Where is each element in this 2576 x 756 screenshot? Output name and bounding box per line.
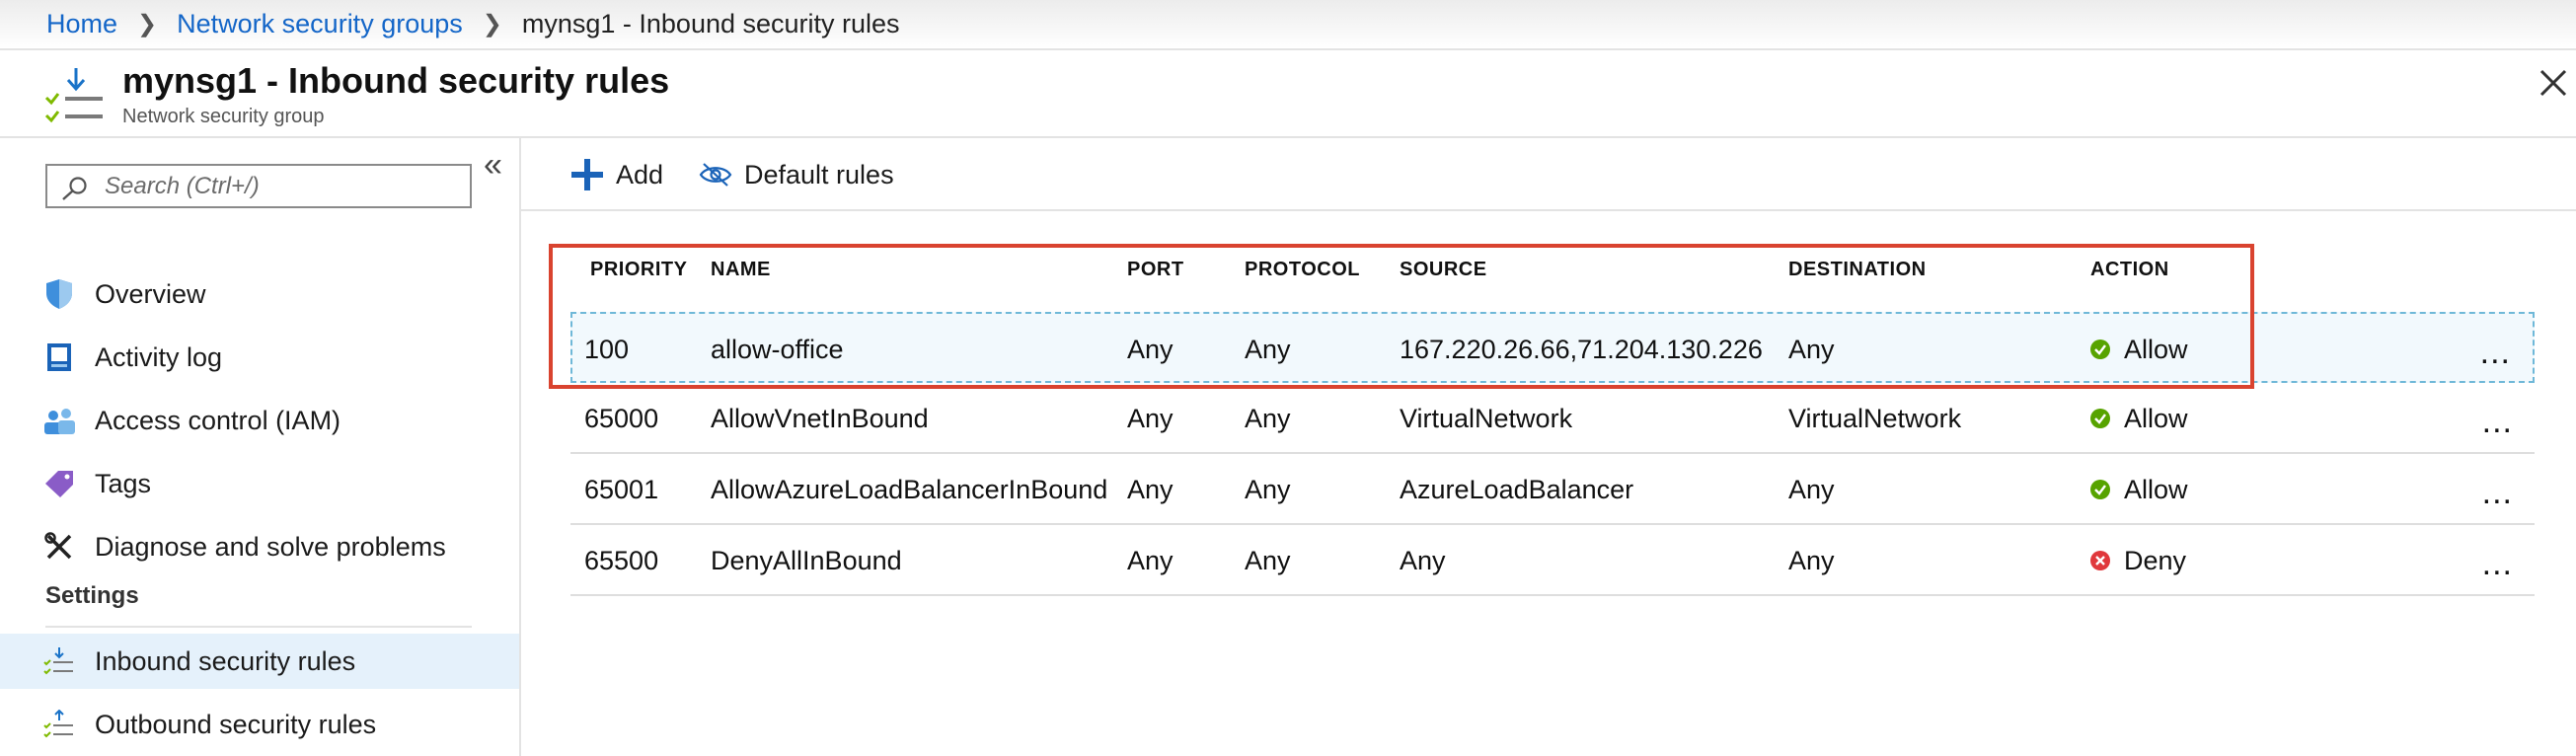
- sidebar-item-label: Access control (IAM): [95, 405, 341, 435]
- cell-protocol: Any: [1245, 334, 1291, 364]
- cell-destination: Any: [1788, 474, 1835, 504]
- column-header-source: SOURCE: [1400, 259, 1487, 280]
- cell-action: Allow: [2090, 383, 2188, 454]
- more-options-button[interactable]: ...: [2482, 405, 2513, 438]
- default-rules-button[interactable]: Default rules: [699, 138, 894, 211]
- cell-protocol: Any: [1245, 474, 1291, 504]
- chevron-right-icon: ❯: [482, 11, 502, 38]
- cell-port: Any: [1127, 334, 1174, 364]
- cell-name: DenyAllInBound: [711, 545, 902, 575]
- sidebar-item-access-control[interactable]: Access control (IAM): [0, 393, 519, 448]
- cell-protocol: Any: [1245, 545, 1291, 575]
- sidebar: « Overview Activity log Access control (…: [0, 138, 521, 756]
- cell-destination: Any: [1788, 545, 1835, 575]
- breadcrumb-current: mynsg1 - Inbound security rules: [521, 9, 900, 38]
- more-options-button[interactable]: ...: [2480, 336, 2511, 369]
- sidebar-item-label: Activity log: [95, 341, 223, 372]
- add-button-label: Add: [616, 159, 664, 189]
- command-bar: Add Default rules: [521, 138, 2576, 211]
- people-icon: [39, 401, 79, 440]
- cell-name: allow-office: [711, 334, 844, 364]
- cell-name: AllowVnetInBound: [711, 403, 929, 433]
- eye-hidden-icon: [699, 163, 732, 187]
- check-circle-icon: [2090, 480, 2110, 499]
- action-label: Allow: [2124, 403, 2188, 433]
- search-icon: [62, 177, 87, 200]
- sidebar-item-outbound-security-rules[interactable]: Outbound security rules: [0, 697, 519, 752]
- deny-circle-icon: [2090, 551, 2110, 570]
- divider: [45, 626, 472, 628]
- action-label: Deny: [2124, 545, 2187, 575]
- cell-priority: 65500: [584, 545, 659, 575]
- cell-action: Allow: [2090, 454, 2188, 525]
- inbound-rules-icon: [39, 642, 79, 681]
- default-rules-button-label: Default rules: [744, 159, 894, 189]
- blade-header: mynsg1 - Inbound security rules Network …: [0, 50, 2576, 138]
- table-row[interactable]: 65001 AllowAzureLoadBalancerInBound Any …: [570, 454, 2535, 525]
- sidebar-item-label: Diagnose and solve problems: [95, 531, 446, 562]
- sidebar-item-label: Inbound security rules: [95, 645, 356, 676]
- cell-source: VirtualNetwork: [1400, 403, 1573, 433]
- cell-action: Allow: [2090, 314, 2188, 385]
- sidebar-item-diagnose[interactable]: Diagnose and solve problems: [0, 519, 519, 574]
- shield-icon: [39, 274, 79, 314]
- breadcrumb-home-link[interactable]: Home: [46, 9, 117, 39]
- column-header-name: NAME: [711, 259, 771, 280]
- tag-icon: [39, 464, 79, 503]
- column-header-action: ACTION: [2090, 259, 2169, 280]
- collapse-sidebar-icon[interactable]: «: [484, 148, 502, 182]
- page-subtitle: Network security group: [122, 106, 325, 127]
- cell-priority: 65001: [584, 474, 659, 504]
- column-header-protocol: PROTOCOL: [1245, 259, 1360, 280]
- cell-source: 167.220.26.66,71.204.130.226: [1400, 334, 1763, 364]
- table-row[interactable]: 65500 DenyAllInBound Any Any Any Any Den…: [570, 525, 2535, 596]
- action-label: Allow: [2124, 334, 2188, 364]
- table-row[interactable]: 100 allow-office Any Any 167.220.26.66,7…: [570, 312, 2535, 383]
- cell-source: AzureLoadBalancer: [1400, 474, 1634, 504]
- sidebar-item-label: Overview: [95, 278, 206, 309]
- activity-log-icon: [39, 338, 79, 377]
- chevron-right-icon: ❯: [137, 11, 158, 38]
- search-input[interactable]: [105, 166, 460, 206]
- cell-source: Any: [1400, 545, 1446, 575]
- cell-port: Any: [1127, 474, 1174, 504]
- cell-name: AllowAzureLoadBalancerInBound: [711, 474, 1108, 504]
- column-header-priority: PRIORITY: [590, 259, 688, 280]
- cell-destination: VirtualNetwork: [1788, 403, 1962, 433]
- check-circle-icon: [2090, 409, 2110, 428]
- breadcrumb: Home ❯ Network security groups ❯ mynsg1 …: [0, 0, 2576, 50]
- cell-action: Deny: [2090, 525, 2186, 596]
- inbound-rules-icon: [44, 68, 103, 123]
- cell-priority: 65000: [584, 403, 659, 433]
- add-button[interactable]: Add: [570, 138, 663, 211]
- sidebar-item-label: Tags: [95, 468, 152, 498]
- more-options-button[interactable]: ...: [2482, 547, 2513, 580]
- cell-priority: 100: [584, 334, 630, 364]
- section-label-settings: Settings: [45, 582, 139, 609]
- column-header-destination: DESTINATION: [1788, 259, 1927, 280]
- page-title: mynsg1 - Inbound security rules: [122, 60, 670, 101]
- sidebar-item-activity-log[interactable]: Activity log: [0, 330, 519, 385]
- table-row[interactable]: 65000 AllowVnetInBound Any Any VirtualNe…: [570, 383, 2535, 454]
- outbound-rules-icon: [39, 705, 79, 744]
- cell-port: Any: [1127, 545, 1174, 575]
- more-options-button[interactable]: ...: [2482, 476, 2513, 509]
- plus-icon: [571, 159, 603, 190]
- breadcrumb-parent-link[interactable]: Network security groups: [177, 9, 463, 39]
- sidebar-item-label: Outbound security rules: [95, 709, 377, 739]
- cell-protocol: Any: [1245, 403, 1291, 433]
- column-header-port: PORT: [1127, 259, 1184, 280]
- row-divider: [570, 594, 2535, 596]
- search-box[interactable]: [45, 164, 472, 208]
- close-icon[interactable]: [2537, 66, 2570, 100]
- cell-port: Any: [1127, 403, 1174, 433]
- action-label: Allow: [2124, 474, 2188, 504]
- wrench-icon: [39, 527, 79, 567]
- sidebar-item-tags[interactable]: Tags: [0, 456, 519, 511]
- sidebar-item-overview[interactable]: Overview: [0, 266, 519, 322]
- check-circle-icon: [2090, 340, 2110, 359]
- sidebar-item-inbound-security-rules[interactable]: Inbound security rules: [0, 634, 519, 689]
- cell-destination: Any: [1788, 334, 1835, 364]
